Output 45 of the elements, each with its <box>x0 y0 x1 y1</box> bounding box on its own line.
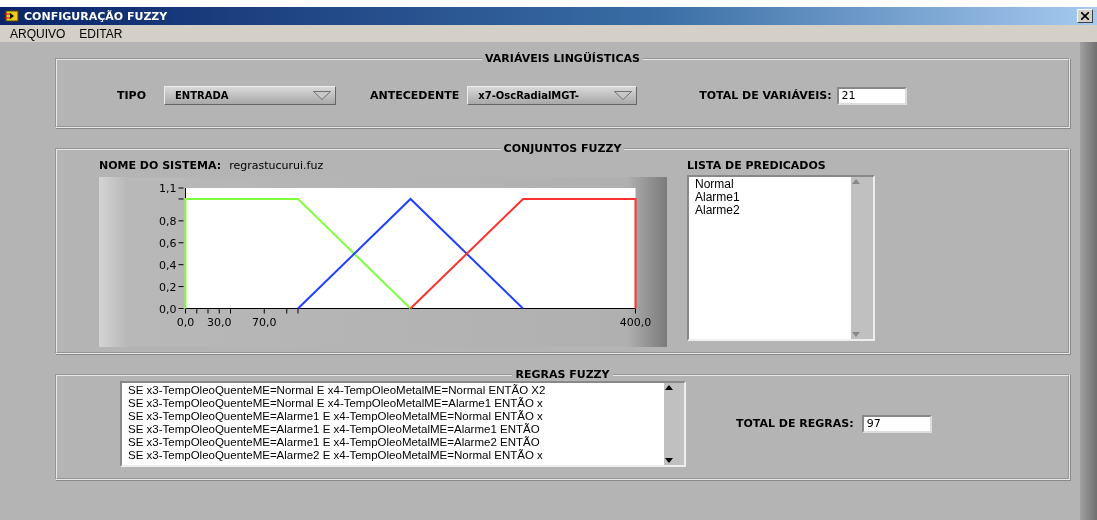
axis-tick-label: 30,0 <box>207 315 232 329</box>
list-item[interactable]: SE x3-TempOleoQuenteME=Alarme1 E x4-TempOleoMetalME=Alarme2 ENTÃO <box>128 435 658 449</box>
close-icon <box>1081 12 1089 20</box>
predicate-list[interactable]: Normal Alarme1 Alarme2 <box>687 175 875 341</box>
menu-item[interactable]: ARQUIVO <box>10 26 66 41</box>
list-item[interactable]: SE x3-TempOleoQuenteME=Normal E x4-TempOleoMetalME=Normal ENTÃO X2 <box>128 383 658 397</box>
system-name: regrastucurui.fuz <box>229 159 324 172</box>
input-field[interactable]: 97 <box>861 414 932 433</box>
panel-title: CONJUNTOS FUZZY <box>502 142 623 155</box>
panel-title: REGRAS FUZZY <box>514 368 611 381</box>
axis-tick-label: 400,0 <box>619 315 652 329</box>
list-item[interactable]: SE x3-TempOleoQuenteME=Alarme2 E x4-TempOleoMetalME=Normal ENTÃO x <box>128 448 658 462</box>
rules-list[interactable] <box>120 380 686 467</box>
axis-tick-label: 0,8 <box>159 214 177 228</box>
menu-item[interactable]: EDITAR <box>79 26 123 41</box>
axis-tick-label: 0,0 <box>176 315 195 329</box>
list-item[interactable]: Alarme2 <box>695 204 845 217</box>
app-icon <box>4 10 20 22</box>
axis-tick-label: 70,0 <box>252 315 277 329</box>
field-label: LISTA DE PREDICADOS <box>687 159 827 172</box>
list-item[interactable]: SE x3-TempOleoQuenteME=Alarme1 E x4-TempOleoMetalME=Normal ENTÃO x <box>128 409 658 423</box>
caret-icon <box>614 91 633 100</box>
window-title: CONFIGURAÇÃO FUZZY <box>24 9 169 23</box>
axis-tick-label: 0,4 <box>159 258 177 272</box>
list-item[interactable]: SE x3-TempOleoQuenteME=Alarme1 E x4-TempOleoMetalME=Alarme1 ENTÃO <box>128 422 658 436</box>
list-item[interactable]: SE x3-TempOleoQuenteME=Normal E x4-TempOleoMetalME=Alarme1 ENTÃO x <box>128 396 658 410</box>
field-label: NOME DO SISTEMA: <box>99 159 222 172</box>
field-label: TOTAL DE VARIÁVEIS: <box>699 89 832 102</box>
field-label: TOTAL DE REGRAS: <box>736 417 854 430</box>
axis-tick-label: 0,6 <box>159 236 177 250</box>
panel-title: VARIÁVEIS LINGÜÍSTICAS <box>484 52 641 65</box>
scroll-bar[interactable] <box>664 382 684 465</box>
field-label: TIPO <box>117 89 146 102</box>
dropdown[interactable]: ENTRADA <box>164 86 336 105</box>
axis-tick-label: 1,1 <box>159 182 177 195</box>
scroll-bar[interactable] <box>851 177 873 339</box>
axis-tick-label: 0,2 <box>159 280 177 294</box>
list-item[interactable]: Alarme1 <box>695 191 845 204</box>
field-label: ANTECEDENTE <box>370 89 460 102</box>
caret-icon <box>313 91 331 100</box>
input-field[interactable]: 21 <box>836 86 907 105</box>
list-item[interactable]: Normal <box>695 178 845 191</box>
axis-tick-label: 0,0 <box>159 302 177 316</box>
close-button[interactable] <box>1077 9 1093 23</box>
dropdown[interactable]: x7-OscRadialMGT- <box>467 86 638 105</box>
